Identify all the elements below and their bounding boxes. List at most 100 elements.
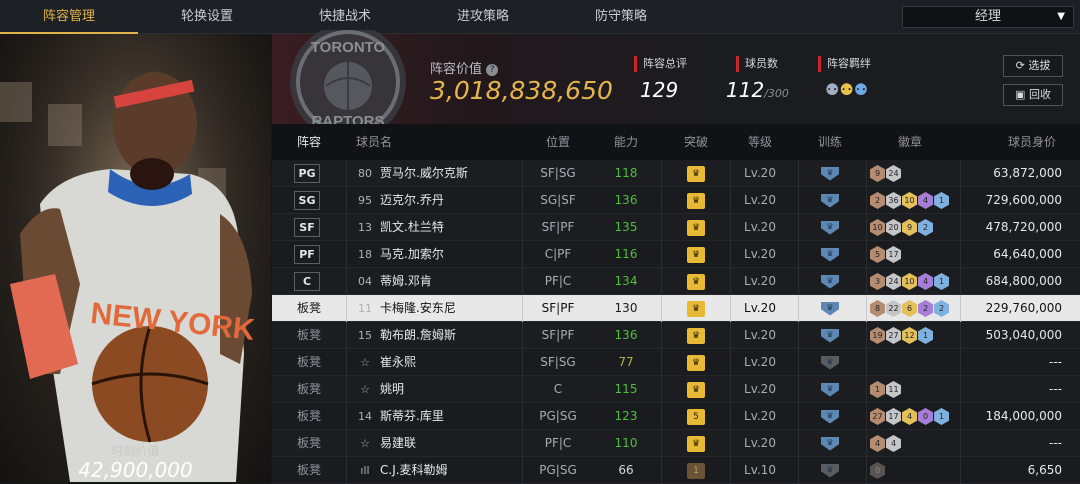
badge-list[interactable]: 10 20 9 2 — [870, 219, 934, 236]
training-cell[interactable]: ♛ — [802, 322, 858, 349]
table-row[interactable]: 板凳 ☆ 崔永熙 SF|SG 77 ♛ Lv.20 ♛ --- — [272, 349, 1080, 376]
th-training[interactable]: 训练 — [802, 124, 858, 160]
jersey-number: 11 — [358, 302, 372, 315]
badge-list[interactable]: 0 — [870, 462, 886, 479]
badge-list[interactable]: 9 24 — [870, 165, 902, 182]
player-name[interactable]: 易建联 — [380, 430, 416, 457]
badge-purple-icon: 0 — [918, 408, 933, 425]
badge-list[interactable]: 3 24 10 4 1 — [870, 273, 950, 290]
badge-list[interactable]: 1 11 — [870, 381, 902, 398]
tab-defense-strategy[interactable]: 防守策略 — [552, 0, 690, 34]
player-name[interactable]: 姚明 — [380, 376, 404, 403]
table-row[interactable]: PG 80 贾马尔.威尔克斯 SF|SG 118 ♛ Lv.20 ♛ 9 24 63,872,000 — [272, 160, 1080, 187]
player-name[interactable]: 蒂姆.邓肯 — [380, 268, 432, 295]
chemistry-icons[interactable]: ⚉⚉⚉ — [825, 80, 868, 99]
column-divider — [730, 376, 731, 403]
training-cell[interactable]: ♛ — [802, 160, 858, 187]
breakthrough-cell[interactable]: ♛ — [668, 214, 724, 241]
th-level[interactable]: 等级 — [732, 124, 788, 160]
player-name[interactable]: 马克.加索尔 — [380, 241, 444, 268]
manager-dropdown[interactable]: 经理 ▼ — [902, 6, 1074, 28]
training-cell[interactable]: ♛ — [802, 268, 858, 295]
training-cell[interactable]: ♛ — [802, 295, 858, 322]
training-cell[interactable]: ♛ — [802, 214, 858, 241]
training-cell[interactable]: ♛ — [802, 430, 858, 457]
jersey-number: ıll — [360, 464, 370, 477]
breakthrough-cell[interactable]: ♛ — [668, 241, 724, 268]
column-divider — [661, 430, 662, 457]
column-divider — [960, 349, 961, 376]
table-row[interactable]: 板凳 15 勒布朗.詹姆斯 SF|PF 136 ♛ Lv.20 ♛ 19 27 12 1 503,040… — [272, 322, 1080, 349]
badge-list[interactable]: 27 17 4 0 1 — [870, 408, 950, 425]
breakthrough-cell[interactable]: ♛ — [668, 322, 724, 349]
slot-label: 板凳 — [296, 382, 321, 396]
training-cell[interactable]: ♛ — [802, 403, 858, 430]
th-lineup[interactable]: 阵容 — [284, 124, 334, 160]
th-player-name[interactable]: 球员名 — [356, 124, 416, 160]
crown-icon: ♛ — [687, 300, 705, 317]
th-badges[interactable]: 徽章 — [882, 124, 938, 160]
training-shield-icon: ♛ — [821, 193, 839, 208]
tab-lineup-management[interactable]: 阵容管理 — [0, 0, 138, 34]
badge-list[interactable]: 44 — [870, 435, 902, 452]
badge-list[interactable]: 5 17 — [870, 246, 902, 263]
badge-list[interactable]: 19 27 12 1 — [870, 327, 934, 344]
training-cell[interactable]: ♛ — [802, 241, 858, 268]
table-row[interactable]: SG 95 迈克尔.乔丹 SG|SF 136 ♛ Lv.20 ♛ 2 36 10 4 1 729,600,… — [272, 187, 1080, 214]
table-row[interactable]: 板凳 14 斯蒂芬.库里 PG|SG 123 5 Lv.20 ♛ 27 17 4 0 1 184,000,… — [272, 403, 1080, 430]
column-divider — [798, 295, 799, 322]
column-divider — [798, 241, 799, 268]
player-name[interactable]: 崔永熙 — [380, 349, 416, 376]
badge-list[interactable]: 2 36 10 4 1 — [870, 192, 950, 209]
tab-offense-strategy[interactable]: 进攻策略 — [414, 0, 552, 34]
breakthrough-cell[interactable]: 5 — [668, 403, 724, 430]
player-name[interactable]: 斯蒂芬.库里 — [380, 403, 444, 430]
breakthrough-cell[interactable]: ♛ — [668, 268, 724, 295]
tab-quick-tactics[interactable]: 快捷战术 — [276, 0, 414, 34]
player-name[interactable]: 贾马尔.威尔克斯 — [380, 160, 468, 187]
top-nav: 阵容管理 轮换设置 快捷战术 进攻策略 防守策略 经理 ▼ — [0, 0, 1080, 34]
help-icon[interactable]: ? — [486, 63, 499, 76]
player-name[interactable]: 凯文.杜兰特 — [380, 214, 444, 241]
training-cell[interactable]: ♛ — [802, 457, 858, 484]
table-row[interactable]: SF 13 凯文.杜兰特 SF|PF 135 ♛ Lv.20 ♛ 10 20 9 2 478,720,0… — [272, 214, 1080, 241]
badge-list[interactable]: 8 22 6 2 2 — [870, 300, 950, 317]
select-button[interactable]: ⟳ 选拔 — [1003, 55, 1063, 77]
breakthrough-cell[interactable]: ♛ — [668, 376, 724, 403]
player-name[interactable]: 卡梅隆.安东尼 — [380, 295, 456, 322]
breakthrough-cell[interactable]: 1 — [668, 457, 724, 484]
player-position: PG|SG — [539, 463, 577, 477]
table-row[interactable]: 板凳 ıll C.J.麦科勒姆 PG|SG 66 1 Lv.10 ♛ 0 6,650 — [272, 457, 1080, 484]
training-shield-icon: ♛ — [821, 220, 839, 235]
th-ability[interactable]: 能力 — [598, 124, 654, 160]
player-ability: 77 — [618, 355, 634, 369]
th-position[interactable]: 位置 — [530, 124, 586, 160]
player-name[interactable]: 迈克尔.乔丹 — [380, 187, 444, 214]
th-salary[interactable]: 球员身价 — [992, 124, 1072, 160]
recycle-button[interactable]: ▣ 回收 — [1003, 84, 1063, 106]
badge-blue-icon: 1 — [934, 273, 949, 290]
table-row[interactable]: 板凳 ☆ 易建联 PF|C 110 ♛ Lv.20 ♛ 4 4 --- — [272, 430, 1080, 457]
column-divider — [798, 187, 799, 214]
breakthrough-cell[interactable]: ♛ — [668, 349, 724, 376]
breakthrough-cell[interactable]: ♛ — [668, 187, 724, 214]
table-row[interactable]: PF 18 马克.加索尔 C|PF 116 ♛ Lv.20 ♛ 5 17 64,640,000 — [272, 241, 1080, 268]
table-row[interactable]: 板凳 ☆ 姚明 C 115 ♛ Lv.20 ♛ 1 11 --- — [272, 376, 1080, 403]
featured-player-card[interactable]: NEW YORK 时刻价值 42,900,000 — [0, 34, 271, 482]
tab-rotation-settings[interactable]: 轮换设置 — [138, 0, 276, 34]
training-cell[interactable]: ♛ — [802, 376, 858, 403]
breakthrough-cell[interactable]: ♛ — [668, 430, 724, 457]
player-name[interactable]: 勒布朗.詹姆斯 — [380, 322, 456, 349]
training-cell[interactable]: ♛ — [802, 349, 858, 376]
breakthrough-cell[interactable]: ♛ — [668, 295, 724, 322]
training-cell[interactable]: ♛ — [802, 187, 858, 214]
player-ability: 116 — [614, 247, 638, 261]
th-breakthrough[interactable]: 突破 — [668, 124, 724, 160]
slot-label: 板凳 — [296, 436, 321, 450]
player-name[interactable]: C.J.麦科勒姆 — [380, 457, 448, 484]
column-divider — [866, 295, 867, 322]
breakthrough-cell[interactable]: ♛ — [668, 160, 724, 187]
team-value: 3,018,838,650 — [430, 76, 613, 105]
table-row[interactable]: 板凳 11 卡梅隆.安东尼 SF|PF 130 ♛ Lv.20 ♛ 8 22 6 2 2 229,760,… — [272, 295, 1080, 322]
table-row[interactable]: C 04 蒂姆.邓肯 PF|C 134 ♛ Lv.20 ♛ 3 24 10 4 1 684,800,000 — [272, 268, 1080, 295]
